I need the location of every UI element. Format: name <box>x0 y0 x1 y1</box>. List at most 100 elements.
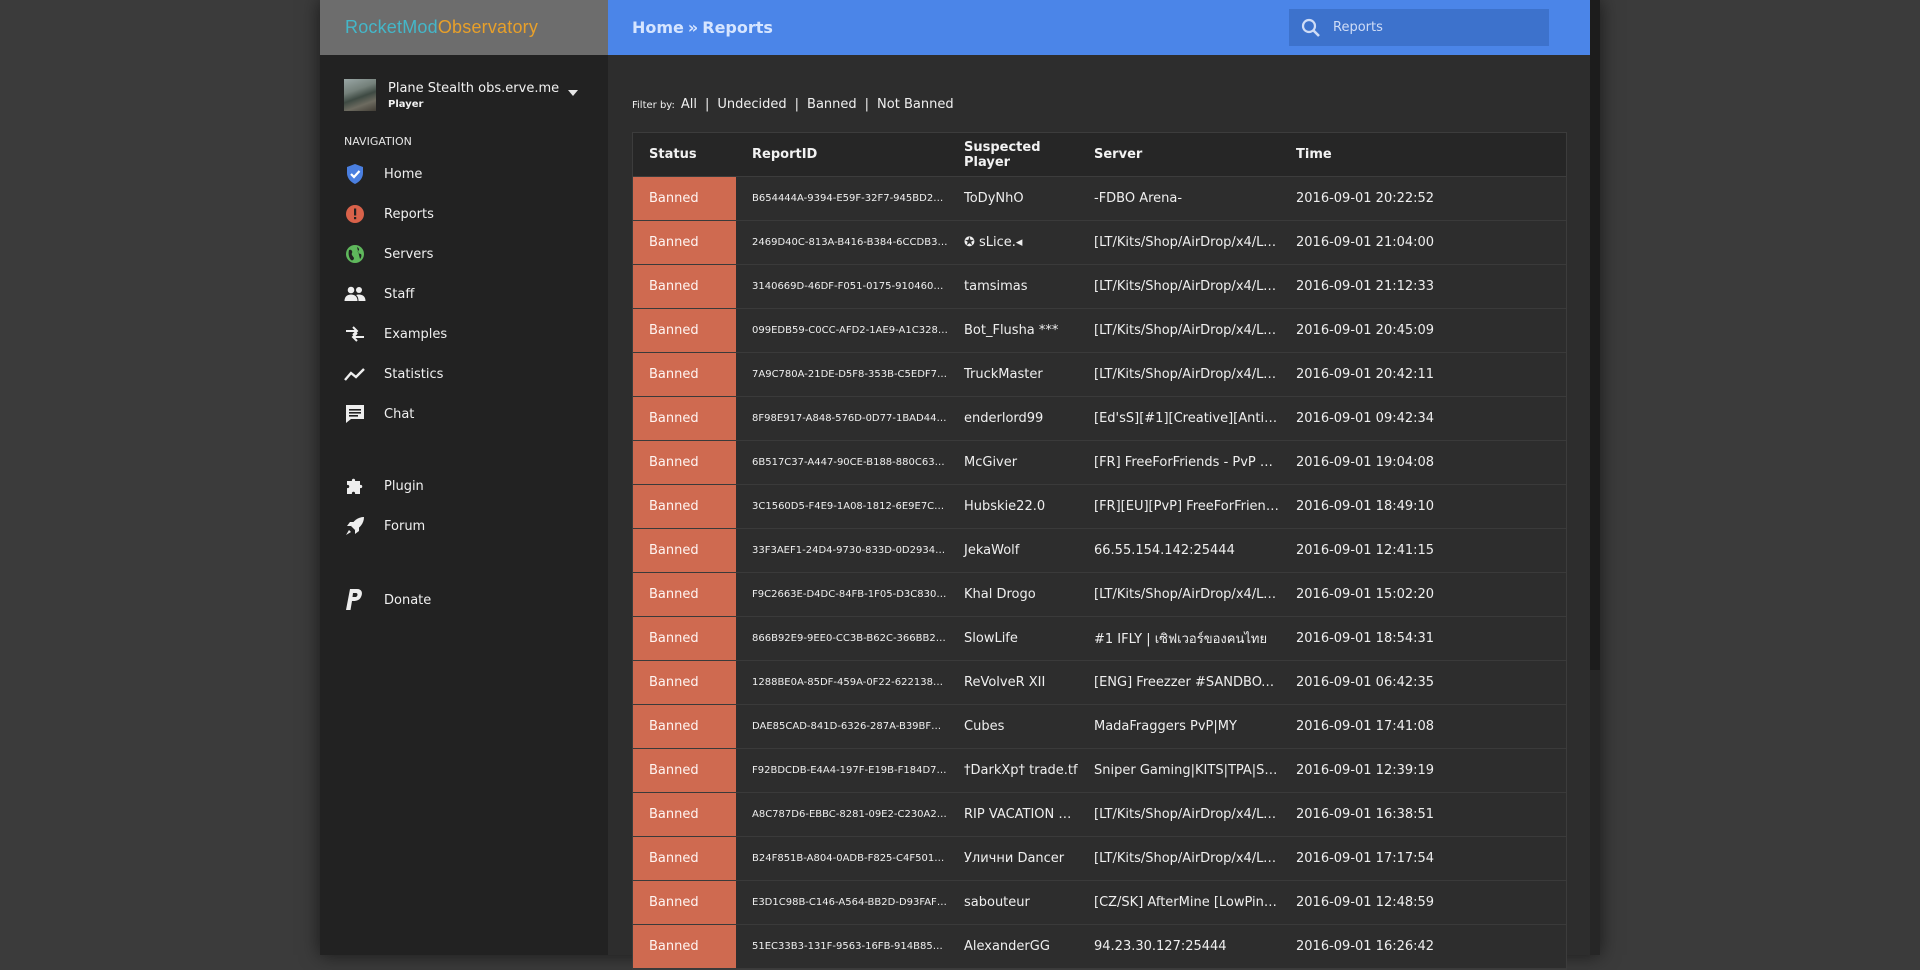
report-id-cell: 866B92E9-9EE0-CC3B-B62C-366BB2E51707 <box>736 616 948 661</box>
status-badge: Banned <box>633 308 736 353</box>
sidebar-item-plugin[interactable]: Plugin <box>320 466 608 506</box>
table-row[interactable]: Banned099EDB59-C0CC-AFD2-1AE9-A1C32844EF… <box>633 308 1566 353</box>
sidebar-item-examples[interactable]: Examples <box>320 314 608 354</box>
app-logo[interactable]: RocketMod Observatory <box>320 0 608 55</box>
breadcrumb-separator: » <box>687 18 699 37</box>
filter-all[interactable]: All <box>681 97 697 112</box>
filter-label: Filter by: <box>632 100 675 111</box>
table-row[interactable]: Banned3140669D-46DF-F051-0175-910460782C… <box>633 264 1566 309</box>
table-row[interactable]: BannedB654444A-9394-E59F-32F7-945BD21CF3… <box>633 176 1566 221</box>
filter-undecided[interactable]: Undecided <box>717 97 786 112</box>
suspected-player-cell: TruckMaster <box>948 352 1078 397</box>
sidebar-item-label: Forum <box>384 518 426 534</box>
sidebar-item-label: Statistics <box>384 366 444 382</box>
table-header-row: Status ReportID Suspected Player Server … <box>633 133 1566 177</box>
top-header: Home» Reports <box>608 0 1590 55</box>
server-cell: [LT/Kits/Shop/AirDrop/x4/Level-UP]... <box>1078 836 1280 881</box>
report-id-cell: F92BDCDB-E4A4-197F-E19B-F184D7E57851 <box>736 748 948 793</box>
report-id-cell: 51EC33B3-131F-9563-16FB-914B85A652B7 <box>736 924 948 969</box>
server-cell: [ENG] Freezzer #SANDBOX #2-3 [/i]... <box>1078 660 1280 705</box>
suspected-player-cell: AlexanderGG <box>948 924 1078 969</box>
report-id-cell: A8C787D6-EBBC-8281-09E2-C230A2ADBDA8 <box>736 792 948 837</box>
time-cell: 2016-09-01 20:22:52 <box>1280 176 1566 221</box>
status-badge: Banned <box>633 528 736 573</box>
sidebar-item-servers[interactable]: Servers <box>320 234 608 274</box>
time-cell: 2016-09-01 12:48:59 <box>1280 880 1566 925</box>
breadcrumb: Home» Reports <box>632 18 773 37</box>
time-cell: 2016-09-01 12:41:15 <box>1280 528 1566 573</box>
sidebar-item-reports[interactable]: Reports <box>320 194 608 234</box>
column-header-suspected-player[interactable]: Suspected Player <box>948 133 1078 177</box>
search-input[interactable] <box>1331 19 1535 36</box>
nav-gap <box>320 434 608 466</box>
rocket-icon <box>344 515 366 537</box>
filter-bar: Filter by: All | Undecided | Banned | No… <box>632 97 1590 112</box>
server-cell: [LT/Kits/Shop/AirDrop/x4/Level-UP]... <box>1078 264 1280 309</box>
server-cell: [FR] FreeForFriends - PvP Only - Fre... <box>1078 440 1280 485</box>
table-row[interactable]: Banned6B517C37-A447-90CE-B188-880C637CAE… <box>633 440 1566 485</box>
breadcrumb-home[interactable]: Home <box>632 18 684 37</box>
filter-not-banned[interactable]: Not Banned <box>877 97 954 112</box>
time-cell: 2016-09-01 21:04:00 <box>1280 220 1566 265</box>
report-id-cell: 1288BE0A-85DF-459A-0F22-6221381E4F06 <box>736 660 948 705</box>
table-row[interactable]: BannedF9C2663E-D4DC-84FB-1F05-D3C8302097… <box>633 572 1566 617</box>
server-cell: [CZ/SK] AfterMine [LowPing][Tpa][... <box>1078 880 1280 925</box>
table-row[interactable]: BannedF92BDCDB-E4A4-197F-E19B-F184D7E578… <box>633 748 1566 793</box>
column-header-server[interactable]: Server <box>1078 133 1280 177</box>
user-profile[interactable]: Plane Stealth obs.erve.me Player <box>320 63 608 127</box>
table-row[interactable]: Banned51EC33B3-131F-9563-16FB-914B85A652… <box>633 924 1566 969</box>
table-row[interactable]: Banned8F98E917-A848-576D-0D77-1BAD441A15… <box>633 396 1566 441</box>
time-cell: 2016-09-01 19:04:08 <box>1280 440 1566 485</box>
sidebar-item-statistics[interactable]: Statistics <box>320 354 608 394</box>
search-icon[interactable] <box>1301 18 1321 38</box>
server-cell: -FDBO Arena- <box>1078 176 1280 221</box>
table-row[interactable]: BannedA8C787D6-EBBC-8281-09E2-C230A2ADBD… <box>633 792 1566 837</box>
status-badge: Banned <box>633 440 736 485</box>
avatar <box>344 79 376 111</box>
status-badge: Banned <box>633 572 736 617</box>
sidebar-item-donate[interactable]: Donate <box>320 580 608 620</box>
server-cell: #1 IFLY | เซิฟเวอร์ของคนไทย <box>1078 616 1280 661</box>
suspected-player-cell: Bot_Flusha *** <box>948 308 1078 353</box>
status-badge: Banned <box>633 396 736 441</box>
trend-line-icon <box>344 363 366 385</box>
sidebar: RocketMod Observatory Plane Stealth obs.e… <box>320 0 608 955</box>
sidebar-item-label: Examples <box>384 326 448 342</box>
table-row[interactable]: Banned33F3AEF1-24D4-9730-833D-0D29342AA3… <box>633 528 1566 573</box>
table-row[interactable]: BannedE3D1C98B-C146-A564-BB2D-D93FAFB058… <box>633 880 1566 925</box>
table-row[interactable]: BannedDAE85CAD-841D-6326-287A-B39BFD5071… <box>633 704 1566 749</box>
time-cell: 2016-09-01 17:41:08 <box>1280 704 1566 749</box>
report-id-cell: DAE85CAD-841D-6326-287A-B39BFD5071AD <box>736 704 948 749</box>
filter-banned[interactable]: Banned <box>807 97 857 112</box>
alert-circle-icon <box>344 203 366 225</box>
status-badge: Banned <box>633 792 736 837</box>
table-row[interactable]: Banned1288BE0A-85DF-459A-0F22-6221381E4F… <box>633 660 1566 705</box>
status-badge: Banned <box>633 660 736 705</box>
app-window: RocketMod Observatory Plane Stealth obs.e… <box>320 0 1600 970</box>
shield-check-icon <box>344 163 366 185</box>
table-row[interactable]: BannedB24F851B-A804-0ADB-F825-C4F501026C… <box>633 836 1566 881</box>
server-cell: 94.23.30.127:25444 <box>1078 924 1280 969</box>
server-cell: [LT/Kits/Shop/AirDrop/x4/Level-UP]... <box>1078 308 1280 353</box>
main-content: Filter by: All | Undecided | Banned | No… <box>608 55 1590 970</box>
table-row[interactable]: Banned866B92E9-9EE0-CC3B-B62C-366BB2E517… <box>633 616 1566 661</box>
suspected-player-cell: McGiver <box>948 440 1078 485</box>
sidebar-item-chat[interactable]: Chat <box>320 394 608 434</box>
column-header-status[interactable]: Status <box>633 133 736 177</box>
table-row[interactable]: Banned7A9C780A-21DE-D5F8-353B-C5EDF70C00… <box>633 352 1566 397</box>
table-body: BannedB654444A-9394-E59F-32F7-945BD21CF3… <box>633 176 1566 969</box>
scrollbar-thumb[interactable] <box>1590 0 1600 670</box>
sidebar-item-forum[interactable]: Forum <box>320 506 608 546</box>
table-row[interactable]: Banned2469D40C-813A-B416-B384-6CCDB3BC44… <box>633 220 1566 265</box>
server-cell: [LT/Kits/Shop/AirDrop/x4/Level-UP]... <box>1078 220 1280 265</box>
chevron-down-icon[interactable] <box>568 90 578 96</box>
search-box[interactable] <box>1289 9 1549 46</box>
time-cell: 2016-09-01 15:02:20 <box>1280 572 1566 617</box>
suspected-player-cell: tamsimas <box>948 264 1078 309</box>
column-header-reportid[interactable]: ReportID <box>736 133 948 177</box>
report-id-cell: F9C2663E-D4DC-84FB-1F05-D3C8302097B2 <box>736 572 948 617</box>
sidebar-item-staff[interactable]: Staff <box>320 274 608 314</box>
table-row[interactable]: Banned3C1560D5-F4E9-1A08-1812-6E9E7CB416… <box>633 484 1566 529</box>
sidebar-item-home[interactable]: Home <box>320 154 608 194</box>
column-header-time[interactable]: Time <box>1280 133 1566 177</box>
